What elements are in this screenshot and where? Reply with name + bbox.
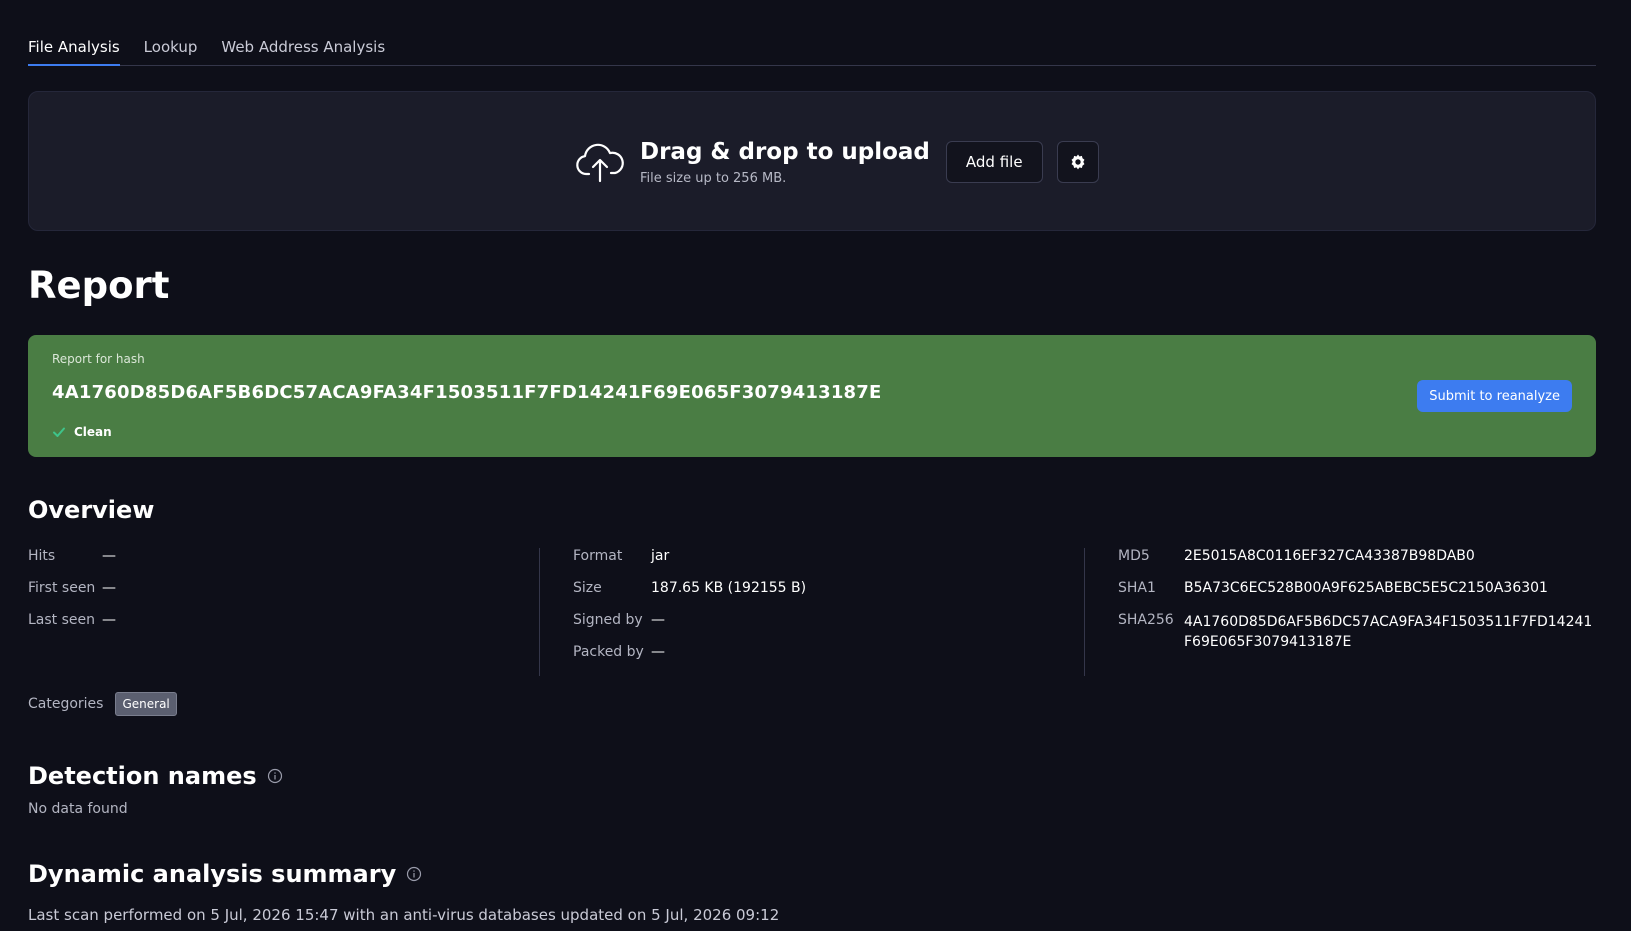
overview-row: Hits — [28, 548, 116, 580]
upload-settings-button[interactable] [1056, 141, 1099, 183]
category-badge: General [115, 692, 177, 716]
last-seen-label: Last seen [28, 612, 96, 628]
format-value: jar [651, 548, 670, 564]
size-value: 187.65 KB (192155 B) [651, 580, 807, 596]
detection-names-title: Detection names [28, 762, 283, 790]
sha256-value: 4A1760D85D6AF5B6DC57ACA9FA34F1503511F7FD… [1184, 614, 1593, 650]
size-label: Size [573, 580, 602, 596]
status-badge: Clean [52, 425, 112, 439]
format-label: Format [573, 548, 623, 564]
md5-value: 2E5015A8C0116EF327CA43387B98DAB0 [1184, 548, 1475, 564]
overview-file-column: Format jar Size 187.65 KB (192155 B) Sig… [573, 548, 806, 676]
overview-row: SHA1 B5A73C6EC528B00A9F625ABEBC5E5C2150A… [1118, 580, 1594, 612]
md5-label: MD5 [1118, 548, 1150, 564]
info-icon[interactable] [267, 768, 283, 784]
signed-by-value: — [651, 612, 665, 628]
gear-icon [1071, 154, 1084, 170]
first-seen-value: — [102, 580, 116, 596]
report-heading: Report [28, 264, 170, 307]
add-file-button[interactable]: Add file [945, 141, 1043, 183]
tab-file-analysis[interactable]: File Analysis [28, 28, 120, 66]
checkmark-icon [53, 427, 65, 437]
tab-web-address-analysis[interactable]: Web Address Analysis [221, 28, 385, 66]
overview-row: Signed by — [573, 612, 806, 644]
column-divider [1084, 548, 1085, 676]
status-text: Clean [74, 425, 112, 439]
analysis-tabs: File Analysis Lookup Web Address Analysi… [28, 28, 1596, 66]
cloud-upload-icon [576, 143, 624, 183]
info-icon[interactable] [406, 866, 422, 882]
overview-row: SHA256 4A1760D85D6AF5B6DC57ACA9FA34F1503… [1118, 612, 1594, 652]
last-scan-info: Last scan performed on 5 Jul, 2026 15:47… [28, 906, 780, 924]
overview-activity-column: Hits — First seen — Last seen — [28, 548, 116, 644]
overview-row: MD5 2E5015A8C0116EF327CA43387B98DAB0 [1118, 548, 1594, 580]
categories-label: Categories [28, 696, 104, 712]
categories: Categories General [28, 692, 177, 716]
submit-to-reanalyze-button[interactable]: Submit to reanalyze [1417, 380, 1572, 412]
upload-dropzone[interactable]: Drag & drop to upload File size up to 25… [28, 91, 1596, 231]
hits-value: — [102, 548, 116, 564]
tab-lookup[interactable]: Lookup [144, 28, 198, 66]
column-divider [539, 548, 540, 676]
packed-by-label: Packed by [573, 644, 644, 660]
dynamic-analysis-heading: Dynamic analysis summary [28, 860, 397, 888]
signed-by-label: Signed by [573, 612, 643, 628]
detection-names-heading: Detection names [28, 762, 257, 790]
hash-label: Report for hash [52, 352, 145, 366]
overview-title: Overview [28, 496, 155, 524]
last-seen-value: — [102, 612, 116, 628]
overview-row: Size 187.65 KB (192155 B) [573, 580, 806, 612]
overview-row: Packed by — [573, 644, 806, 676]
upload-controls: Drag & drop to upload File size up to 25… [574, 137, 1099, 187]
overview-row: Format jar [573, 548, 806, 580]
overview-row: First seen — [28, 580, 116, 612]
overview-hashes-column: MD5 2E5015A8C0116EF327CA43387B98DAB0 SHA… [1118, 548, 1594, 652]
upload-size-limit: File size up to 256 MB. [640, 171, 787, 186]
page: File Analysis Lookup Web Address Analysi… [0, 0, 1631, 931]
hits-label: Hits [28, 548, 56, 564]
upload-title: Drag & drop to upload [640, 139, 930, 165]
upload-text: Drag & drop to upload File size up to 25… [640, 138, 930, 186]
sha1-value: B5A73C6EC528B00A9F625ABEBC5E5C2150A36301 [1184, 580, 1548, 596]
dynamic-analysis-title: Dynamic analysis summary [28, 860, 422, 888]
hash-value: 4A1760D85D6AF5B6DC57ACA9FA34F1503511F7FD… [52, 382, 882, 403]
packed-by-value: — [651, 644, 665, 660]
hash-report-card: Report for hash 4A1760D85D6AF5B6DC57ACA9… [28, 335, 1596, 457]
sha1-label: SHA1 [1118, 580, 1156, 596]
detection-empty-state: No data found [28, 801, 128, 817]
sha256-label: SHA256 [1118, 612, 1174, 628]
first-seen-label: First seen [28, 580, 96, 596]
overview-row: Last seen — [28, 612, 116, 644]
